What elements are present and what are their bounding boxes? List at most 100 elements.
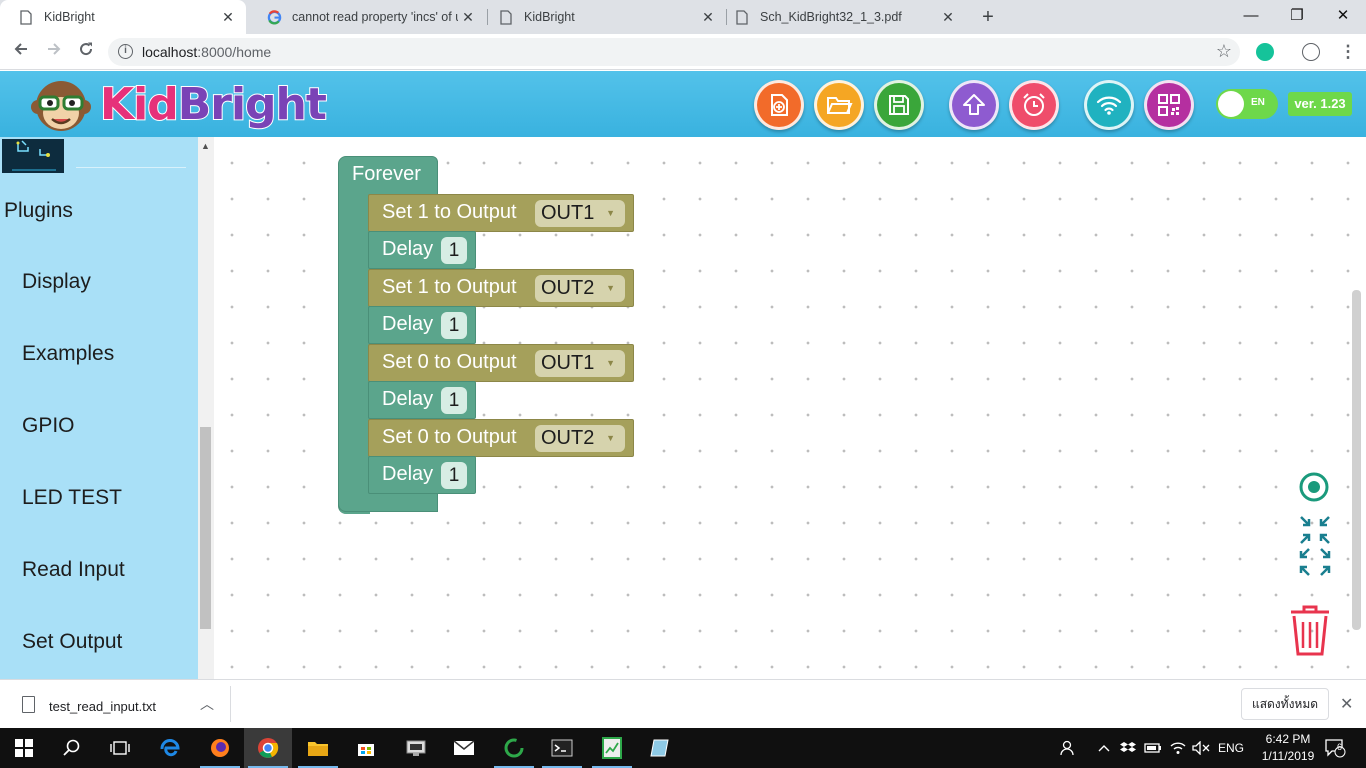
tab-pdf[interactable]: Sch_KidBright32_1_3.pdf ✕: [716, 0, 966, 34]
taskbar-clock[interactable]: 6:42 PM 1/11/2019: [1256, 731, 1320, 765]
info-icon[interactable]: i: [118, 44, 133, 59]
wifi-tray-icon[interactable]: [1170, 728, 1186, 768]
grammarly-extension-icon[interactable]: [1256, 43, 1274, 61]
forever-block-footer[interactable]: [338, 494, 438, 512]
tab-close-icon[interactable]: ✕: [218, 9, 238, 26]
tab-kidbright-2[interactable]: KidBright ✕: [480, 0, 726, 34]
input-language[interactable]: ENG: [1218, 728, 1244, 768]
extension-icon[interactable]: [1302, 43, 1320, 61]
forever-label: Forever: [352, 163, 421, 185]
battery-icon[interactable]: [1144, 728, 1162, 768]
minimize-button[interactable]: —: [1228, 0, 1274, 34]
bookmark-star-icon[interactable]: ☆: [1216, 41, 1232, 62]
search-icon[interactable]: [48, 728, 96, 768]
delay-value-field[interactable]: 1: [441, 462, 467, 489]
chrome-icon[interactable]: [244, 728, 292, 768]
set-value: 1: [417, 276, 429, 298]
sidebar-item-read-input[interactable]: Read Input: [22, 558, 125, 582]
open-folder-button[interactable]: [814, 80, 864, 130]
back-button[interactable]: [9, 40, 33, 64]
set-output-block[interactable]: Set 0 to Output OUT2 ▼: [368, 419, 634, 457]
new-file-button[interactable]: [754, 80, 804, 130]
network-app-icon[interactable]: [392, 728, 440, 768]
tab-title: KidBright: [44, 10, 95, 24]
tab-google-search[interactable]: cannot read property 'incs' of und ✕: [248, 0, 486, 34]
tab-close-icon[interactable]: ✕: [938, 9, 958, 26]
recenter-icon[interactable]: [1299, 472, 1329, 502]
open-folder-icon: [827, 97, 853, 114]
new-tab-button[interactable]: +: [976, 5, 1000, 29]
scroll-up-arrow-icon[interactable]: ▲: [201, 141, 210, 151]
delay-block[interactable]: Delay 1: [368, 231, 476, 269]
sync-app-icon[interactable]: [490, 728, 538, 768]
tab-close-icon[interactable]: ✕: [698, 9, 718, 26]
qr-code-button[interactable]: [1144, 80, 1194, 130]
dropbox-icon[interactable]: [1120, 728, 1136, 768]
delay-value-field[interactable]: 1: [441, 387, 467, 414]
tab-kidbright-active[interactable]: KidBright ✕: [0, 0, 246, 34]
firefox-icon[interactable]: [196, 728, 244, 768]
category-thumbnail[interactable]: [2, 139, 64, 173]
trash-icon[interactable]: [1287, 602, 1333, 658]
forward-button[interactable]: [42, 40, 66, 64]
sidebar-item-examples[interactable]: Examples: [22, 342, 114, 366]
output-port-dropdown[interactable]: OUT2 ▼: [535, 275, 625, 302]
people-icon[interactable]: [1060, 728, 1078, 768]
set-output-block[interactable]: Set 1 to Output OUT2 ▼: [368, 269, 634, 307]
delay-value-field[interactable]: 1: [441, 237, 467, 264]
output-port-dropdown[interactable]: OUT1 ▼: [535, 200, 625, 227]
volume-muted-icon[interactable]: [1192, 728, 1210, 768]
plugin-sidebar: Plugins Display Examples GPIO LED TEST R…: [0, 137, 198, 679]
delay-block[interactable]: Delay 1: [368, 381, 476, 419]
sidebar-scrollbar[interactable]: ▲: [198, 137, 214, 679]
reload-button[interactable]: [74, 40, 98, 64]
file-explorer-icon[interactable]: [294, 728, 342, 768]
output-port-dropdown[interactable]: OUT1 ▼: [535, 350, 625, 377]
sidebar-top-category[interactable]: [0, 137, 198, 175]
upload-button[interactable]: [949, 80, 999, 130]
downloaded-file-name[interactable]: test_read_input.txt: [49, 699, 156, 714]
chevron-up-icon[interactable]: ︿: [200, 694, 214, 714]
tab-close-icon[interactable]: ✕: [458, 9, 478, 26]
output-port-dropdown[interactable]: OUT2 ▼: [535, 425, 625, 452]
google-icon: [266, 9, 282, 25]
sidebar-item-display[interactable]: Display: [22, 270, 91, 294]
sidebar-item-set-output[interactable]: Set Output: [22, 630, 122, 654]
notification-center-icon[interactable]: 6: [1324, 728, 1346, 768]
url-text: localhost:8000/home: [142, 44, 272, 60]
language-toggle[interactable]: EN: [1216, 89, 1278, 119]
set-output-block[interactable]: Set 0 to Output OUT1 ▼: [368, 344, 634, 382]
windows-start-icon[interactable]: [0, 728, 48, 768]
sidebar-item-gpio[interactable]: GPIO: [22, 414, 75, 438]
wifi-button[interactable]: [1084, 80, 1134, 130]
delay-block[interactable]: Delay 1: [368, 456, 476, 494]
restore-button[interactable]: ❐: [1274, 0, 1320, 34]
address-bar[interactable]: i localhost:8000/home ☆: [108, 38, 1240, 66]
clock-date: 1/11/2019: [1261, 749, 1315, 763]
browser-menu-icon[interactable]: ⋮: [1336, 40, 1360, 64]
set-value: 1: [417, 201, 429, 223]
scrollbar-thumb[interactable]: [200, 427, 211, 629]
alarm-button[interactable]: [1009, 80, 1059, 130]
store-icon[interactable]: [342, 728, 390, 768]
delay-block[interactable]: Delay 1: [368, 306, 476, 344]
set-output-block[interactable]: Set 1 to Output OUT1 ▼: [368, 194, 634, 232]
terminal-icon[interactable]: [538, 728, 586, 768]
save-button[interactable]: [874, 80, 924, 130]
chart-app-icon[interactable]: [588, 728, 636, 768]
close-shelf-icon[interactable]: ✕: [1340, 694, 1353, 714]
forever-block-body[interactable]: [338, 190, 370, 514]
dropdown-arrow-icon: ▼: [606, 433, 615, 443]
edge-browser-icon[interactable]: [146, 728, 194, 768]
notepad-app-icon[interactable]: [636, 728, 684, 768]
chevron-up-icon[interactable]: [1098, 728, 1110, 768]
sidebar-item-led-test[interactable]: LED TEST: [22, 486, 122, 510]
show-all-downloads-button[interactable]: แสดงทั้งหมด: [1241, 688, 1329, 720]
mail-icon[interactable]: [440, 728, 488, 768]
zoom-reset-icon[interactable]: [1297, 513, 1333, 579]
page-icon: [734, 9, 750, 25]
close-window-button[interactable]: ✕: [1320, 0, 1366, 34]
task-view-icon[interactable]: [96, 728, 144, 768]
workspace-scrollbar[interactable]: [1352, 290, 1361, 630]
delay-value-field[interactable]: 1: [441, 312, 467, 339]
